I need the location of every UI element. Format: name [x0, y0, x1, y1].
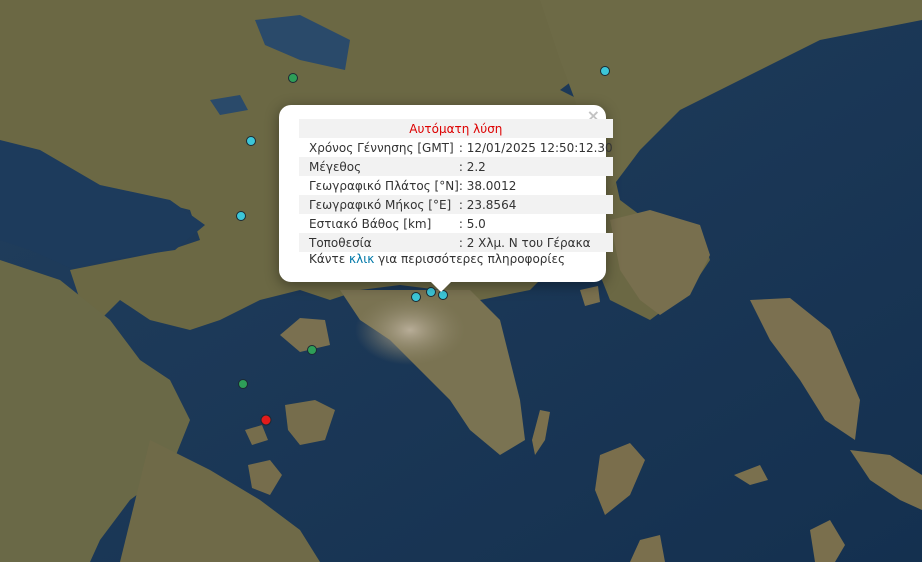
table-row: Μέγεθος : 2.2 — [299, 157, 613, 176]
popup-title: Αυτόματη λύση — [409, 121, 503, 136]
table-row: Αυτόματη λύση — [299, 119, 613, 138]
depth-value: : 5.0 — [458, 216, 486, 231]
magnitude-value: : 2.2 — [458, 159, 486, 174]
more-info-link[interactable]: κλικ — [349, 252, 374, 266]
earthquake-info-popup: × Αυτόματη λύση Χρόνος Γέννησης [GMT] : … — [279, 105, 613, 292]
longitude-value: : 23.8564 — [458, 197, 517, 212]
location-value: : 2 Χλμ. Ν του Γέρακα — [458, 235, 591, 250]
earthquake-marker[interactable] — [246, 136, 256, 146]
longitude-label: Γεωγραφικό Μήκος [°E] — [309, 197, 452, 212]
location-label: Τοποθεσία — [309, 235, 372, 250]
earthquake-marker[interactable] — [288, 73, 298, 83]
earthquake-marker[interactable] — [411, 292, 421, 302]
table-row: Χρόνος Γέννησης [GMT] : 12/01/2025 12:50… — [299, 138, 613, 157]
latitude-label: Γεωγραφικό Πλάτος [°N] — [309, 178, 459, 193]
table-row: Τοποθεσία : 2 Χλμ. Ν του Γέρακα — [299, 233, 613, 252]
origin-time-value: : 12/01/2025 12:50:12.30 — [458, 140, 613, 155]
earthquake-details-table: Αυτόματη λύση Χρόνος Γέννησης [GMT] : 12… — [299, 119, 613, 252]
more-info-suffix: για περισσότερες πληροφορίες — [374, 252, 565, 266]
origin-time-label: Χρόνος Γέννησης [GMT] — [309, 140, 454, 155]
earthquake-marker[interactable] — [236, 211, 246, 221]
more-info-text: Κάντε κλικ για περισσότερες πληροφορίες — [309, 252, 565, 266]
depth-label: Εστιακό Βάθος [km] — [309, 216, 432, 231]
latitude-value: : 38.0012 — [458, 178, 517, 193]
latest-earthquake-marker[interactable] — [260, 414, 272, 426]
more-info-prefix: Κάντε — [309, 252, 350, 266]
table-row: Εστιακό Βάθος [km] : 5.0 — [299, 214, 613, 233]
earthquake-marker[interactable] — [238, 379, 248, 389]
table-row: Γεωγραφικό Πλάτος [°N] : 38.0012 — [299, 176, 613, 195]
earthquake-marker[interactable] — [600, 66, 610, 76]
table-row: Γεωγραφικό Μήκος [°E] : 23.8564 — [299, 195, 613, 214]
athens-urban-area — [355, 295, 465, 365]
earthquake-marker[interactable] — [307, 345, 317, 355]
magnitude-label: Μέγεθος — [309, 159, 362, 174]
